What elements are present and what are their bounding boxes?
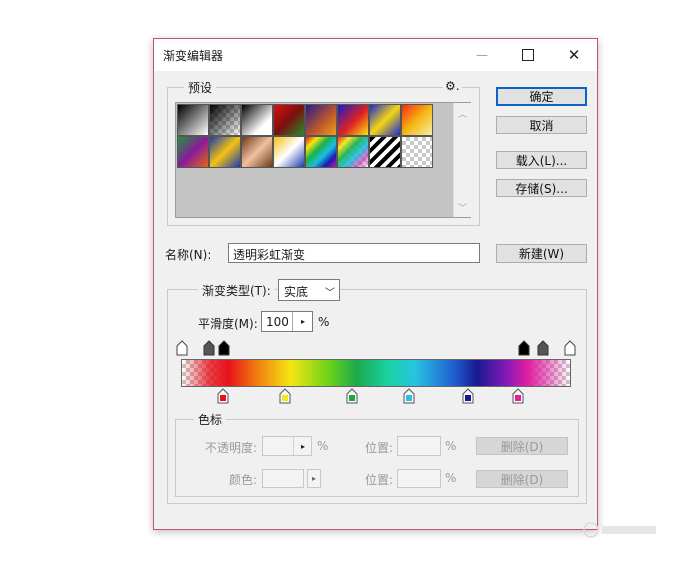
preset-swatch[interactable] [337, 136, 369, 168]
preset-swatch[interactable] [305, 136, 337, 168]
opacity-unit: % [317, 439, 329, 453]
color-stop[interactable] [346, 388, 358, 404]
gradient-type-select[interactable]: 实底 ﹀ [278, 279, 340, 301]
chevron-down-icon: ﹀ [325, 288, 335, 299]
smoothness-value: 100 [266, 315, 289, 329]
opacity-stop[interactable] [218, 340, 230, 356]
preset-swatch[interactable] [401, 104, 433, 136]
preset-swatch[interactable] [209, 104, 241, 136]
gear-icon[interactable]: ⚙. [443, 79, 462, 93]
preset-swatch[interactable] [273, 104, 305, 136]
preset-swatch[interactable] [305, 104, 337, 136]
gradient-type-label: 渐变类型(T): [198, 282, 275, 299]
smoothness-arrow-icon[interactable]: ▸ [292, 312, 313, 331]
smoothness-unit: % [318, 315, 330, 329]
preset-scrollbar[interactable]: ︿ ﹀ [453, 103, 471, 217]
opacity-stop-left[interactable] [176, 340, 188, 356]
opacity-stops[interactable] [176, 340, 576, 358]
watermark-logo-icon [582, 520, 662, 540]
color-stop[interactable] [217, 388, 229, 404]
color-label: 颜色: [229, 473, 258, 487]
presets-legend: 预设 [184, 79, 217, 96]
location-label-opacity: 位置: [365, 441, 394, 455]
preset-swatch[interactable] [369, 104, 401, 136]
preset-swatch[interactable] [209, 136, 241, 168]
ok-button[interactable]: 确定 [496, 87, 587, 106]
window-title: 渐变编辑器 [163, 49, 224, 63]
color-stop[interactable] [512, 388, 524, 404]
opacity-stop[interactable] [518, 340, 530, 356]
cancel-button[interactable]: 取消 [496, 116, 587, 134]
load-button[interactable]: 载入(L)... [496, 151, 587, 169]
gradient-type-value: 实底 [284, 285, 309, 299]
new-button[interactable]: 新建(W) [496, 244, 587, 263]
close-button[interactable]: ✕ [551, 39, 597, 71]
name-input-value: 透明彩虹渐变 [233, 248, 306, 262]
delete-color-stop-button[interactable]: 删除(D) [476, 470, 568, 488]
gradient-preview-bar[interactable] [181, 359, 571, 387]
preset-swatch[interactable] [401, 136, 433, 168]
smoothness-label: 平滑度(M): [198, 317, 258, 331]
name-input[interactable]: 透明彩虹渐变 [228, 243, 480, 263]
delete-opacity-stop-button[interactable]: 删除(D) [476, 437, 568, 455]
color-stop[interactable] [462, 388, 474, 404]
maximize-button[interactable] [505, 39, 551, 71]
maximize-icon [522, 49, 534, 61]
color-swatch-input[interactable] [262, 469, 304, 488]
color-stop[interactable] [279, 388, 291, 404]
color-arrow-icon[interactable]: ▸ [307, 469, 321, 488]
minimize-button[interactable]: — [459, 39, 505, 71]
location-unit-opacity: % [445, 439, 457, 453]
gradient-editor-dialog: 渐变编辑器 — ✕ 预设 ⚙. ︿ ﹀ 确定 取消 载入(L)... 存储(S)… [153, 38, 598, 530]
preset-swatch[interactable] [337, 104, 369, 136]
smoothness-input[interactable]: 100 ▸ [261, 311, 313, 332]
name-label: 名称(N): [165, 248, 212, 262]
opacity-stop[interactable] [537, 340, 549, 356]
minimize-icon: — [476, 48, 488, 62]
opacity-stop[interactable] [203, 340, 215, 356]
preset-swatch[interactable] [369, 136, 401, 168]
color-stop-legend: 色标 [194, 411, 227, 428]
location-unit-color: % [445, 471, 457, 485]
preset-swatch[interactable] [273, 136, 305, 168]
opacity-arrow-icon[interactable]: ▸ [293, 437, 312, 455]
opacity-stop-right[interactable] [564, 340, 576, 356]
color-stop[interactable] [403, 388, 415, 404]
preset-swatch[interactable] [241, 104, 273, 136]
scroll-down-icon[interactable]: ﹀ [458, 201, 467, 214]
opacity-input[interactable]: ▸ [262, 436, 312, 456]
scroll-up-icon[interactable]: ︿ [458, 107, 467, 120]
title-bar: 渐变编辑器 — ✕ [154, 39, 597, 71]
preset-swatch-area[interactable]: ︿ ﹀ [175, 102, 471, 218]
location-input-color[interactable] [397, 469, 441, 488]
location-label-color: 位置: [365, 473, 394, 487]
color-stops[interactable] [176, 388, 576, 406]
location-input-opacity[interactable] [397, 436, 441, 456]
save-button[interactable]: 存储(S)... [496, 179, 587, 197]
preset-swatch[interactable] [177, 104, 209, 136]
opacity-label: 不透明度: [205, 441, 258, 455]
preset-swatch[interactable] [177, 136, 209, 168]
preset-swatch[interactable] [241, 136, 273, 168]
close-icon: ✕ [567, 46, 581, 64]
